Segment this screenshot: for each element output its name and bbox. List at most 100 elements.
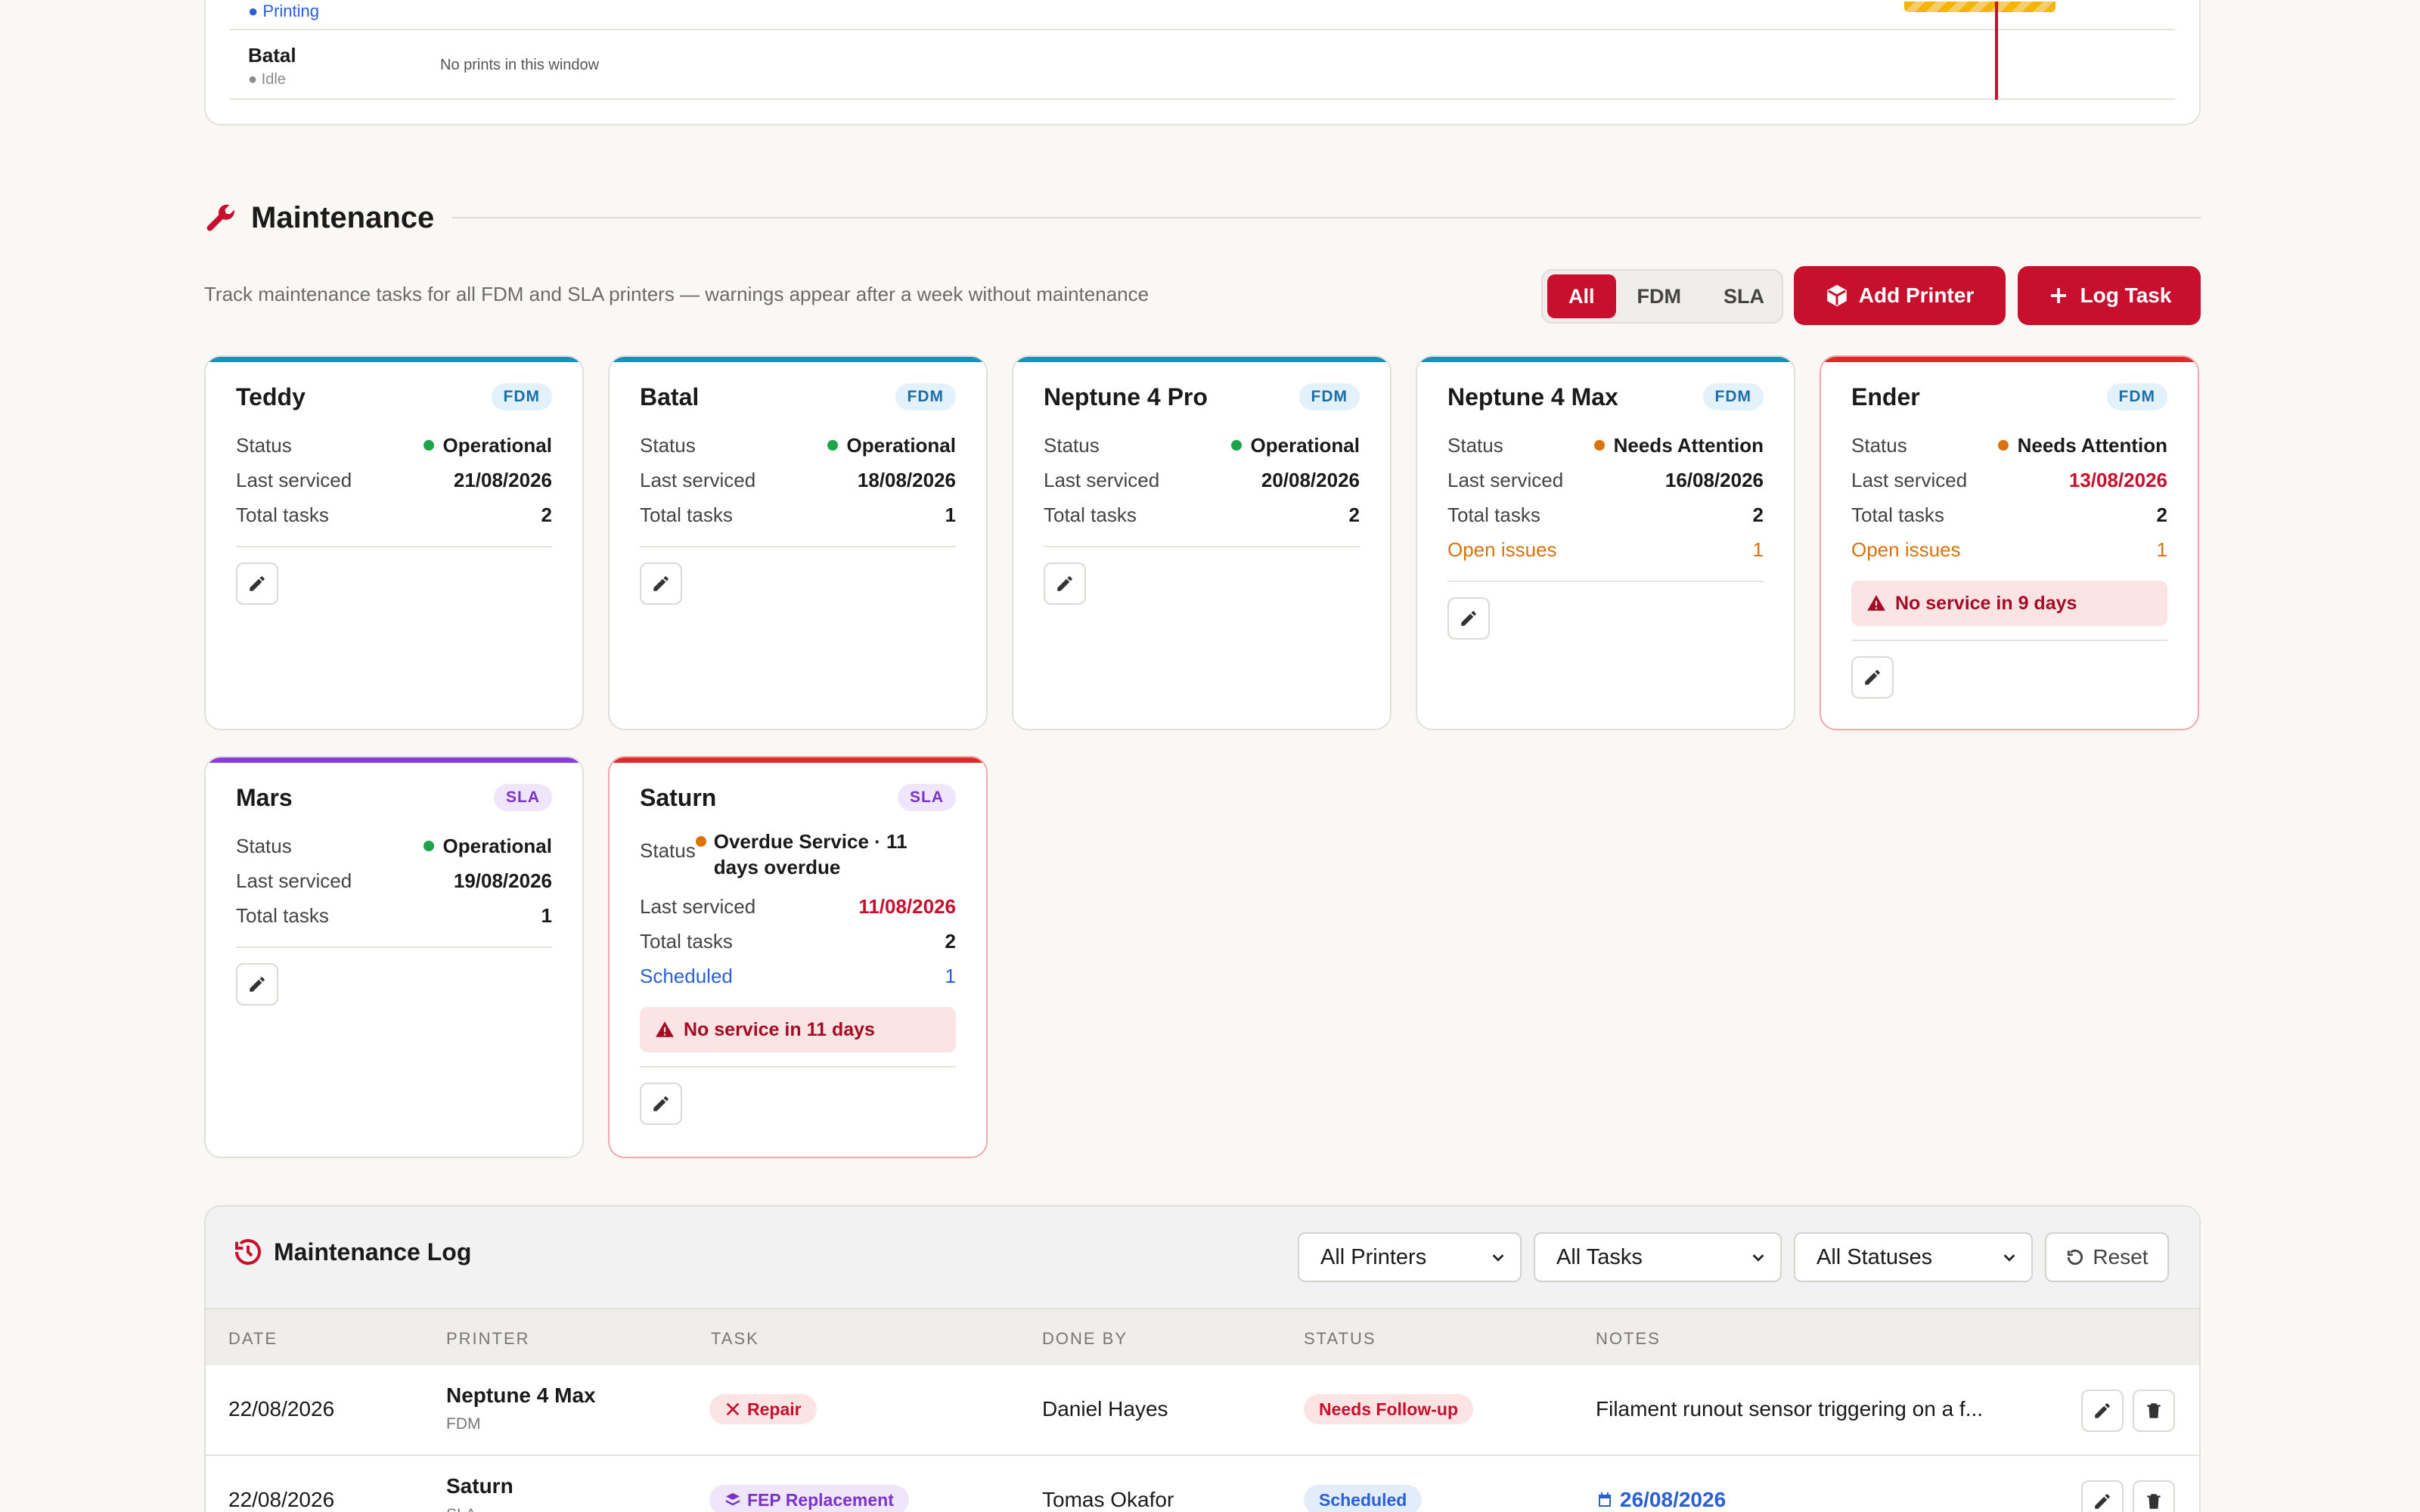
- maintenance-header: Maintenance: [204, 197, 2201, 239]
- status-value: Operational: [846, 433, 956, 457]
- last-serviced-label: Last serviced: [236, 468, 352, 491]
- type-badge: SLA: [898, 784, 956, 811]
- section-rule: [452, 217, 2201, 218]
- printer-name: Ender: [1851, 383, 1920, 411]
- status-dot: [695, 836, 706, 847]
- status-dot: [1230, 440, 1242, 451]
- printer-name: Batal: [640, 383, 700, 411]
- total-tasks-label: Total tasks: [1447, 503, 1540, 526]
- delete-row-button[interactable]: [2133, 1480, 2175, 1512]
- divider: [1044, 546, 1360, 547]
- printer-filter-select[interactable]: All Printers: [1298, 1232, 1522, 1282]
- row-done-by: Daniel Hayes: [1042, 1397, 1168, 1421]
- status-value: Needs Attention: [2017, 433, 2167, 457]
- schedule-printer-status: ● Idle: [248, 71, 286, 88]
- task-label: FEP Replacement: [747, 1489, 894, 1510]
- print-job-bar[interactable]: [1904, 2, 2055, 12]
- task-filter-select[interactable]: All Tasks: [1534, 1232, 1782, 1282]
- add-printer-button[interactable]: Add Printer: [1794, 266, 2006, 325]
- last-serviced-value: 11/08/2026: [858, 894, 956, 918]
- divider: [230, 98, 2175, 100]
- status-dot: [1997, 440, 2009, 451]
- last-serviced-value: 21/08/2026: [453, 468, 552, 491]
- edit-button[interactable]: [1044, 562, 1086, 605]
- layers-icon: [725, 1492, 740, 1506]
- task-label: Repair: [747, 1399, 802, 1419]
- table-row[interactable]: 22/08/2026 Saturn SLA FEP Replacement To…: [206, 1456, 2199, 1512]
- log-task-button[interactable]: Log Task: [2018, 266, 2201, 325]
- divider: [1447, 581, 1764, 582]
- edit-button[interactable]: [640, 562, 682, 605]
- scheduled-value: 1: [945, 964, 956, 987]
- open-issues-label: Open issues: [1851, 538, 1961, 561]
- task-tag: Repair: [709, 1394, 817, 1424]
- total-tasks-value: 1: [541, 903, 552, 927]
- last-serviced-label: Last serviced: [640, 468, 756, 491]
- status-tag: Needs Follow-up: [1304, 1394, 1473, 1424]
- no-prints-message: No prints in this window: [440, 57, 600, 73]
- edit-button[interactable]: [236, 963, 278, 1005]
- card-accent: [610, 357, 986, 362]
- row-printer: Saturn: [446, 1474, 513, 1498]
- row-printer-type: SLA: [446, 1506, 476, 1512]
- section-subtitle: Track maintenance tasks for all FDM and …: [204, 283, 1150, 305]
- filter-sla[interactable]: SLA: [1702, 274, 1786, 318]
- card-accent: [1013, 357, 1390, 362]
- status-value: Operational: [442, 433, 552, 457]
- warning-icon: [656, 1021, 674, 1037]
- task-tag: FEP Replacement: [709, 1485, 909, 1512]
- filter-all[interactable]: All: [1547, 274, 1616, 318]
- total-tasks-value: 2: [541, 503, 552, 526]
- card-accent: [1821, 357, 2198, 362]
- last-serviced-value: 20/08/2026: [1261, 468, 1360, 491]
- total-tasks-value: 1: [945, 503, 956, 526]
- total-tasks-label: Total tasks: [640, 929, 733, 953]
- printer-name: Saturn: [640, 783, 717, 811]
- edit-row-button[interactable]: [2081, 1390, 2124, 1432]
- last-serviced-label: Last serviced: [640, 894, 756, 918]
- pencil-icon: [653, 576, 669, 591]
- status-label: Status: [640, 433, 696, 457]
- status-label: Status: [236, 834, 292, 857]
- delete-row-button[interactable]: [2133, 1390, 2175, 1432]
- row-printer-type: FDM: [446, 1415, 481, 1433]
- log-task-label: Log Task: [2080, 284, 2172, 307]
- total-tasks-value: 2: [945, 929, 956, 953]
- now-marker: [1995, 2, 1998, 100]
- reset-button[interactable]: Reset: [2045, 1232, 2169, 1282]
- log-title: Maintenance Log: [274, 1238, 472, 1266]
- edit-button[interactable]: [1851, 656, 1894, 699]
- filter-fdm[interactable]: FDM: [1616, 274, 1702, 318]
- status-value: Operational: [442, 834, 552, 857]
- last-serviced-label: Last serviced: [1044, 468, 1160, 491]
- plus-icon: [2050, 288, 2066, 303]
- printer-card-neptune-4-max: Neptune 4 Max FDM Status Needs Attention …: [1416, 355, 1795, 730]
- open-issues-value: 1: [2156, 538, 2167, 561]
- last-serviced-value: 13/08/2026: [2068, 468, 2167, 491]
- last-serviced-value: 19/08/2026: [453, 869, 552, 892]
- total-tasks-label: Total tasks: [640, 503, 733, 526]
- edit-button[interactable]: [1447, 597, 1490, 640]
- tools-icon: [726, 1402, 740, 1416]
- edit-row-button[interactable]: [2081, 1480, 2124, 1512]
- edit-button[interactable]: [640, 1083, 682, 1125]
- trash-icon: [2147, 1403, 2161, 1418]
- status-label: Status: [236, 433, 292, 457]
- printer-card-saturn: Saturn SLA Status Overdue Service · 11 d…: [608, 756, 988, 1158]
- status-value: Operational: [1250, 433, 1360, 457]
- status-label: Status: [1447, 433, 1503, 457]
- trash-icon: [2147, 1494, 2161, 1509]
- table-row[interactable]: 22/08/2026 Neptune 4 Max FDM Repair Dani…: [206, 1365, 2199, 1456]
- edit-button[interactable]: [236, 562, 278, 605]
- pencil-icon: [250, 977, 265, 992]
- maintenance-log: Maintenance Log All Printers All Tasks A…: [204, 1205, 2201, 1512]
- chevron-down-icon: [2003, 1254, 2015, 1262]
- divider: [236, 546, 552, 547]
- row-notes: Filament runout sensor triggering on a f…: [1596, 1397, 1984, 1421]
- total-tasks-label: Total tasks: [1851, 503, 1944, 526]
- type-badge: FDM: [491, 383, 552, 411]
- printer-name: Teddy: [236, 383, 306, 411]
- total-tasks-value: 2: [2156, 503, 2167, 526]
- col-status: STATUS: [1304, 1329, 1376, 1348]
- status-filter-select[interactable]: All Statuses: [1794, 1232, 2033, 1282]
